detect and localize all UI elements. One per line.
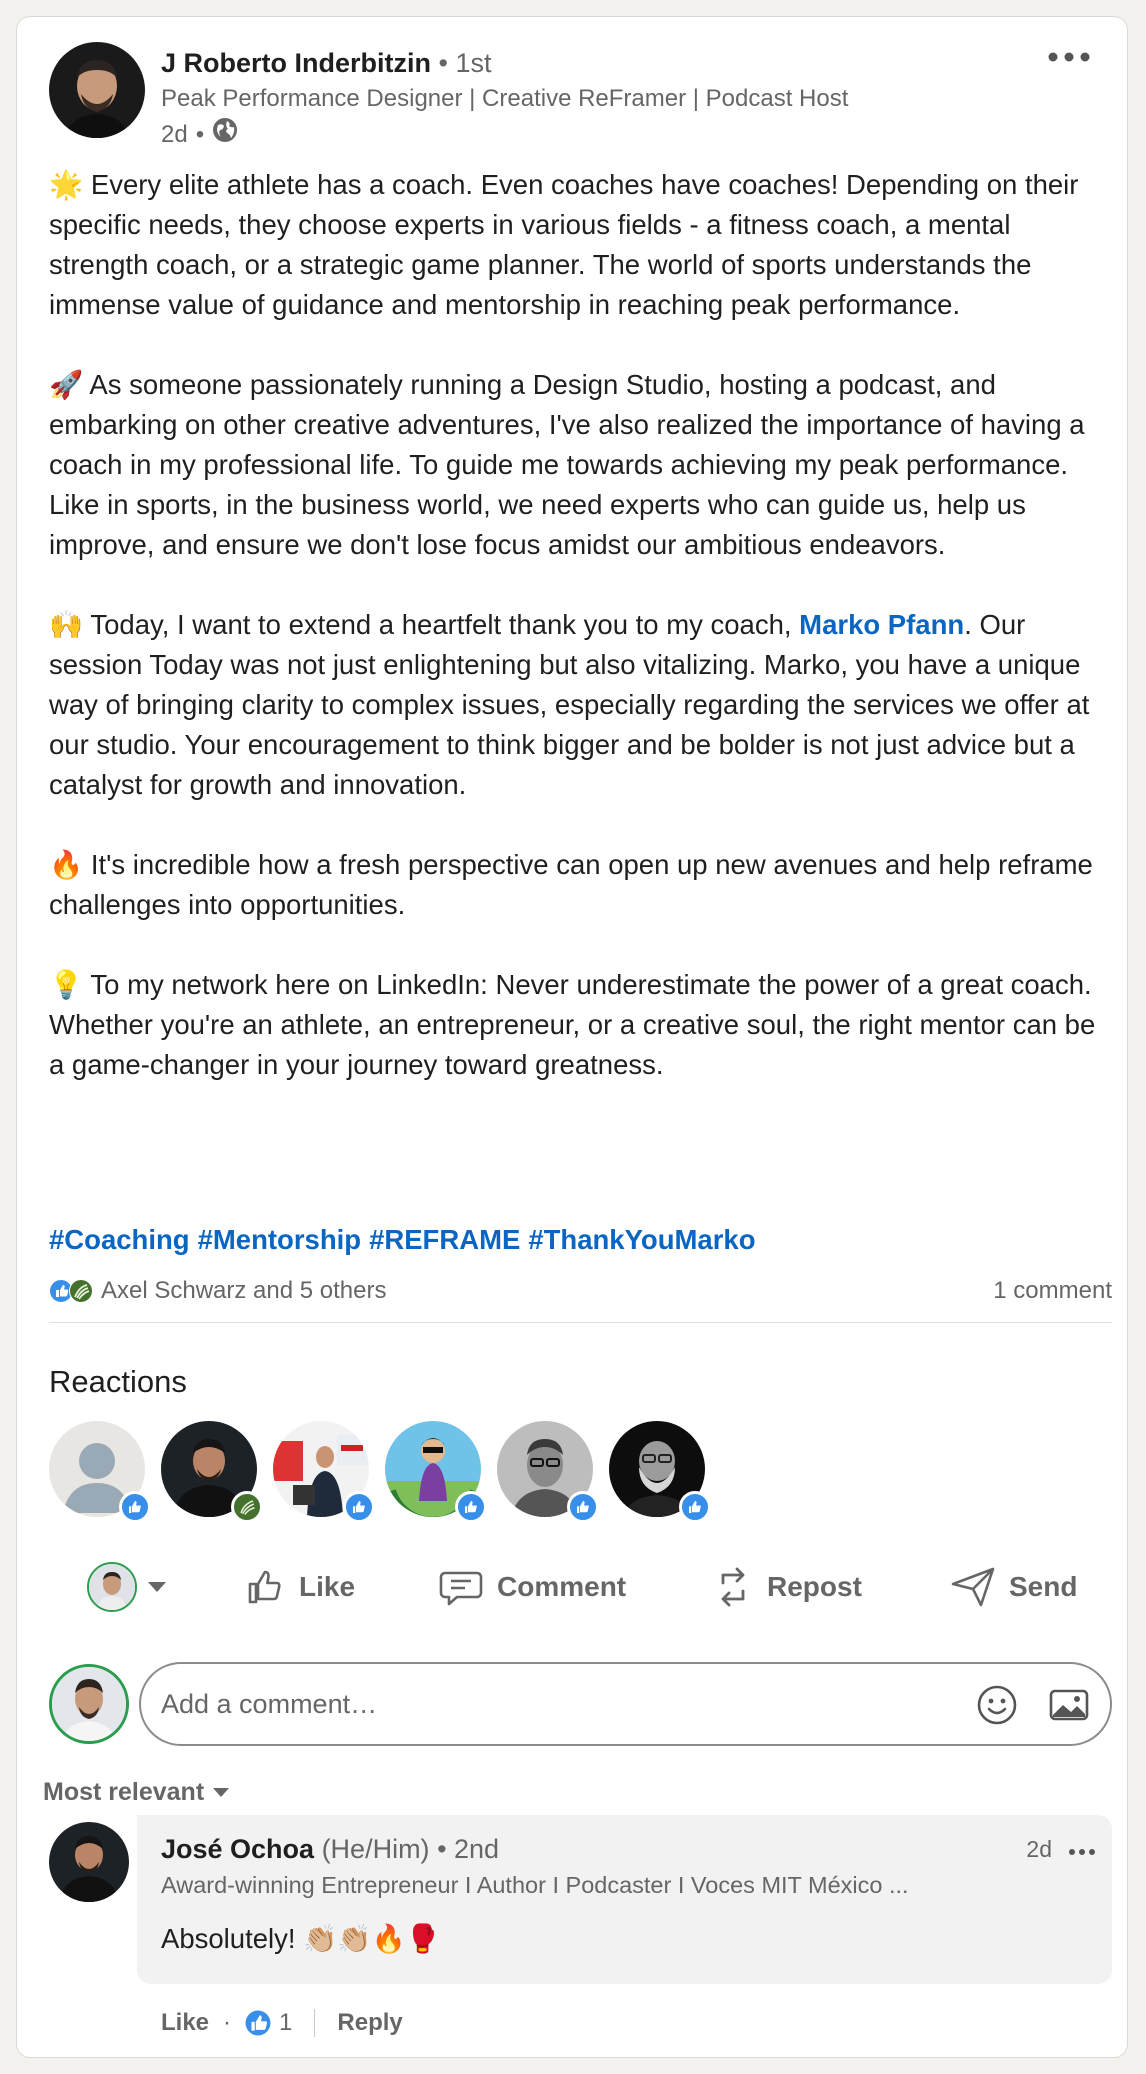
sort-label: Most relevant xyxy=(43,1778,205,1806)
comment-time: 2d xyxy=(1026,1836,1052,1862)
reactor-avatar[interactable] xyxy=(49,1421,151,1523)
commenter-avatar[interactable] xyxy=(49,1822,129,1902)
post-time: 2d xyxy=(161,120,188,148)
reactions-text[interactable]: Axel Schwarz and 5 others xyxy=(101,1277,386,1305)
comment-label: Comment xyxy=(497,1571,627,1602)
comment-like-button[interactable]: Like xyxy=(161,2009,209,2037)
like-button[interactable]: Like xyxy=(245,1567,355,1607)
like-badge-icon xyxy=(679,1491,711,1523)
comment-actions: Like · 1 Reply xyxy=(161,2005,403,2041)
post-paragraph: 🚀 As someone passionately running a Desi… xyxy=(49,369,1085,560)
divider xyxy=(49,1322,1112,1323)
commenter-degree: • 2nd xyxy=(429,1834,500,1864)
social-counts: Axel Schwarz and 5 others 1 comment xyxy=(49,1273,1112,1309)
celebrate-badge-icon xyxy=(231,1491,263,1523)
comment-like-count: 1 xyxy=(279,2009,293,2036)
like-label: Like xyxy=(299,1571,356,1602)
commenter-line: José Ochoa (He/Him) • 2nd xyxy=(161,1831,499,1867)
comment-text: Absolutely! 👏🏼👏🏼🔥🥊 xyxy=(161,1923,441,1954)
ellipsis-icon xyxy=(1048,52,1090,62)
meta-bullet: • xyxy=(195,120,205,148)
hashtag-link[interactable]: #ThankYouMarko xyxy=(528,1224,755,1255)
connection-degree: • 1st xyxy=(431,48,492,78)
reactor-avatar[interactable] xyxy=(273,1421,375,1523)
like-reaction-icon[interactable] xyxy=(245,2010,271,2036)
globe-icon xyxy=(212,117,238,152)
image-icon xyxy=(1049,1689,1089,1721)
author-name[interactable]: J Roberto Inderbitzin xyxy=(161,48,431,78)
post-text: 🙌 Today, I want to extend a heartfelt th… xyxy=(49,609,800,640)
comment-input-box[interactable] xyxy=(139,1662,1112,1746)
commenter-pronouns: (He/Him) xyxy=(314,1834,430,1864)
divider xyxy=(314,2009,316,2037)
hashtag-link[interactable]: #REFRAME xyxy=(369,1224,520,1255)
mention-link[interactable]: Marko Pfann xyxy=(799,609,964,640)
comment-input[interactable] xyxy=(161,1688,861,1720)
smiley-icon xyxy=(977,1685,1017,1725)
like-badge-icon xyxy=(343,1491,375,1523)
post-paragraph: 🌟 Every elite athlete has a coach. Even … xyxy=(49,169,1079,320)
comments-count[interactable]: 1 comment xyxy=(993,1277,1112,1305)
reply-button[interactable]: Reply xyxy=(337,2009,402,2037)
send-button[interactable]: Send xyxy=(951,1567,1077,1607)
reaction-identity-selector[interactable] xyxy=(87,1562,167,1612)
repost-label: Repost xyxy=(767,1571,862,1602)
like-badge-icon xyxy=(119,1491,151,1523)
reactor-avatar[interactable] xyxy=(609,1421,711,1523)
thumbs-up-icon xyxy=(248,1570,281,1604)
reactions-heading: Reactions xyxy=(49,1364,187,1399)
repost-button[interactable]: Repost xyxy=(713,1565,862,1609)
commenter-headline: Award-winning Entrepreneur I Author I Po… xyxy=(161,1872,909,1898)
reactor-avatar[interactable] xyxy=(161,1421,263,1523)
more-options-button[interactable] xyxy=(1045,45,1093,69)
my-avatar[interactable] xyxy=(49,1664,129,1744)
commenter-name[interactable]: José Ochoa xyxy=(161,1834,314,1864)
post-card: J Roberto Inderbitzin • 1st Peak Perform… xyxy=(16,16,1128,2058)
author-headline: Peak Performance Designer | Creative ReF… xyxy=(161,85,849,112)
celebrate-reaction-icon xyxy=(69,1279,93,1303)
add-image-button[interactable] xyxy=(1048,1684,1090,1733)
action-bar: Like Comment Repost Send xyxy=(49,1553,1112,1621)
send-label: Send xyxy=(1009,1571,1078,1602)
like-badge-icon xyxy=(567,1491,599,1523)
separator-dot: · xyxy=(223,2009,232,2036)
send-icon xyxy=(951,1567,995,1607)
like-badge-icon xyxy=(455,1491,487,1523)
hashtag-link[interactable]: #Mentorship xyxy=(198,1224,361,1255)
repost-icon xyxy=(721,1567,745,1607)
post-paragraph: 🔥 It's incredible how a fresh perspectiv… xyxy=(49,849,1093,920)
post-paragraph: 🙌 Today, I want to extend a heartfelt th… xyxy=(49,605,1099,805)
comment-sort-dropdown[interactable]: Most relevant xyxy=(43,1778,230,1807)
post-paragraph: 💡 To my network here on LinkedIn: Never … xyxy=(49,969,1096,1080)
reaction-summary[interactable]: Axel Schwarz and 5 others xyxy=(49,1277,386,1305)
comment-bubble: José Ochoa (He/Him) • 2nd Award-winning … xyxy=(137,1815,1112,1984)
my-avatar xyxy=(87,1562,137,1612)
comment-options-button[interactable] xyxy=(1068,1843,1096,1861)
comment-icon xyxy=(439,1571,483,1606)
chevron-down-icon xyxy=(213,1787,230,1797)
ellipsis-icon xyxy=(1069,1849,1095,1855)
author-name-line: J Roberto Inderbitzin • 1st xyxy=(161,45,491,81)
reactor-avatar[interactable] xyxy=(385,1421,487,1523)
chevron-down-icon xyxy=(148,1582,166,1592)
post-meta: 2d • xyxy=(161,117,238,152)
hashtag-list: #Coaching #Mentorship #REFRAME #ThankYouMar… xyxy=(49,1220,764,1260)
hashtag-link[interactable]: #Coaching xyxy=(49,1224,190,1255)
post-body: 🌟 Every elite athlete has a coach. Even … xyxy=(49,165,1099,1125)
author-avatar[interactable] xyxy=(49,42,145,138)
reactor-avatar[interactable] xyxy=(497,1421,599,1523)
emoji-button[interactable] xyxy=(976,1684,1018,1733)
comment-button[interactable]: Comment xyxy=(439,1567,626,1607)
